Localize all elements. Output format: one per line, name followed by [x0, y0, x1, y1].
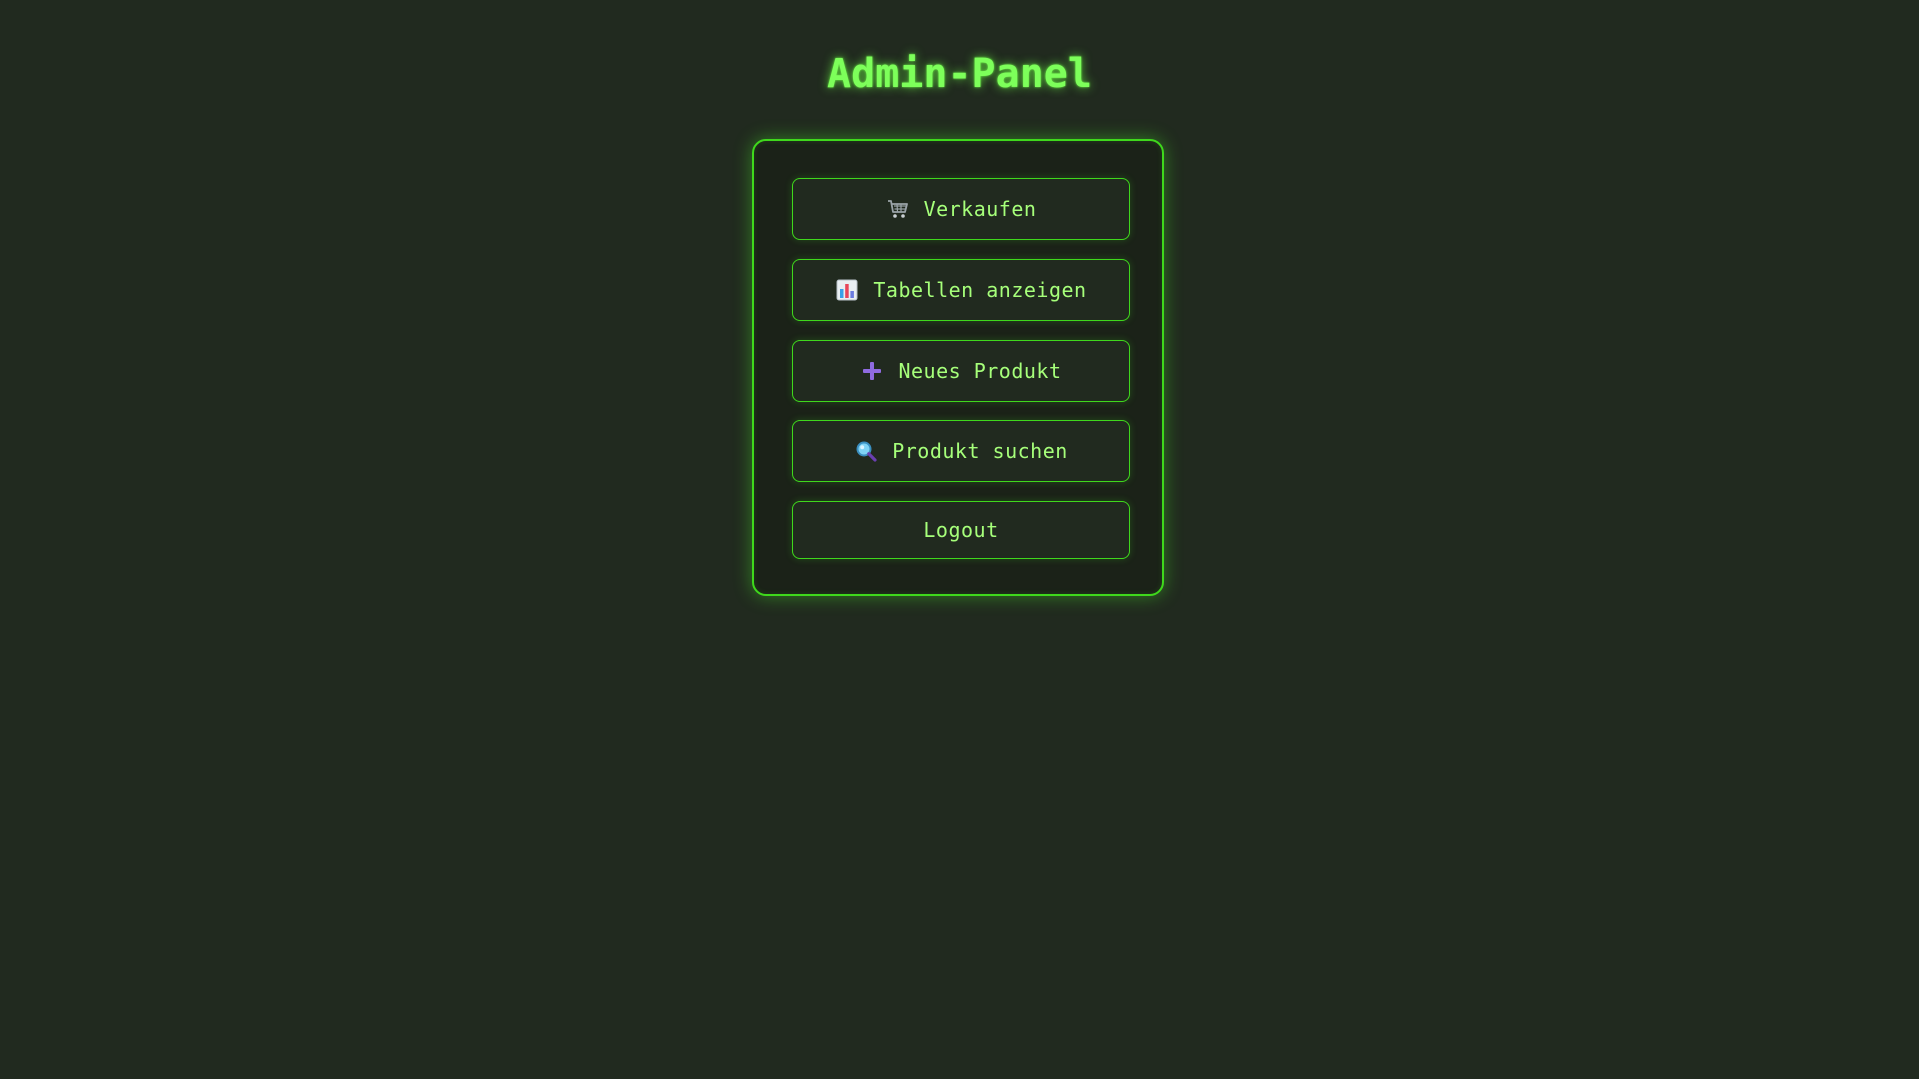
new-product-button[interactable]: Neues Produkt — [792, 340, 1130, 402]
show-tables-button[interactable]: Tabellen anzeigen — [792, 259, 1130, 321]
sell-button-label: Verkaufen — [923, 197, 1037, 221]
page-title: Admin-Panel — [827, 51, 1092, 97]
logout-button-label: Logout — [923, 518, 999, 542]
bar-chart-icon — [835, 278, 859, 302]
shopping-cart-icon — [886, 197, 910, 221]
show-tables-button-label: Tabellen anzeigen — [873, 278, 1087, 302]
plus-icon — [860, 359, 884, 383]
sell-button[interactable]: Verkaufen — [792, 178, 1130, 240]
magnifier-icon — [854, 439, 878, 463]
search-product-button-label: Produkt suchen — [892, 439, 1068, 463]
logout-button[interactable]: Logout — [792, 501, 1130, 559]
new-product-button-label: Neues Produkt — [898, 359, 1062, 383]
search-product-button[interactable]: Produkt suchen — [792, 420, 1130, 482]
admin-menu-panel: Verkaufen Tabellen anzeigen Neues Produk… — [752, 139, 1164, 596]
